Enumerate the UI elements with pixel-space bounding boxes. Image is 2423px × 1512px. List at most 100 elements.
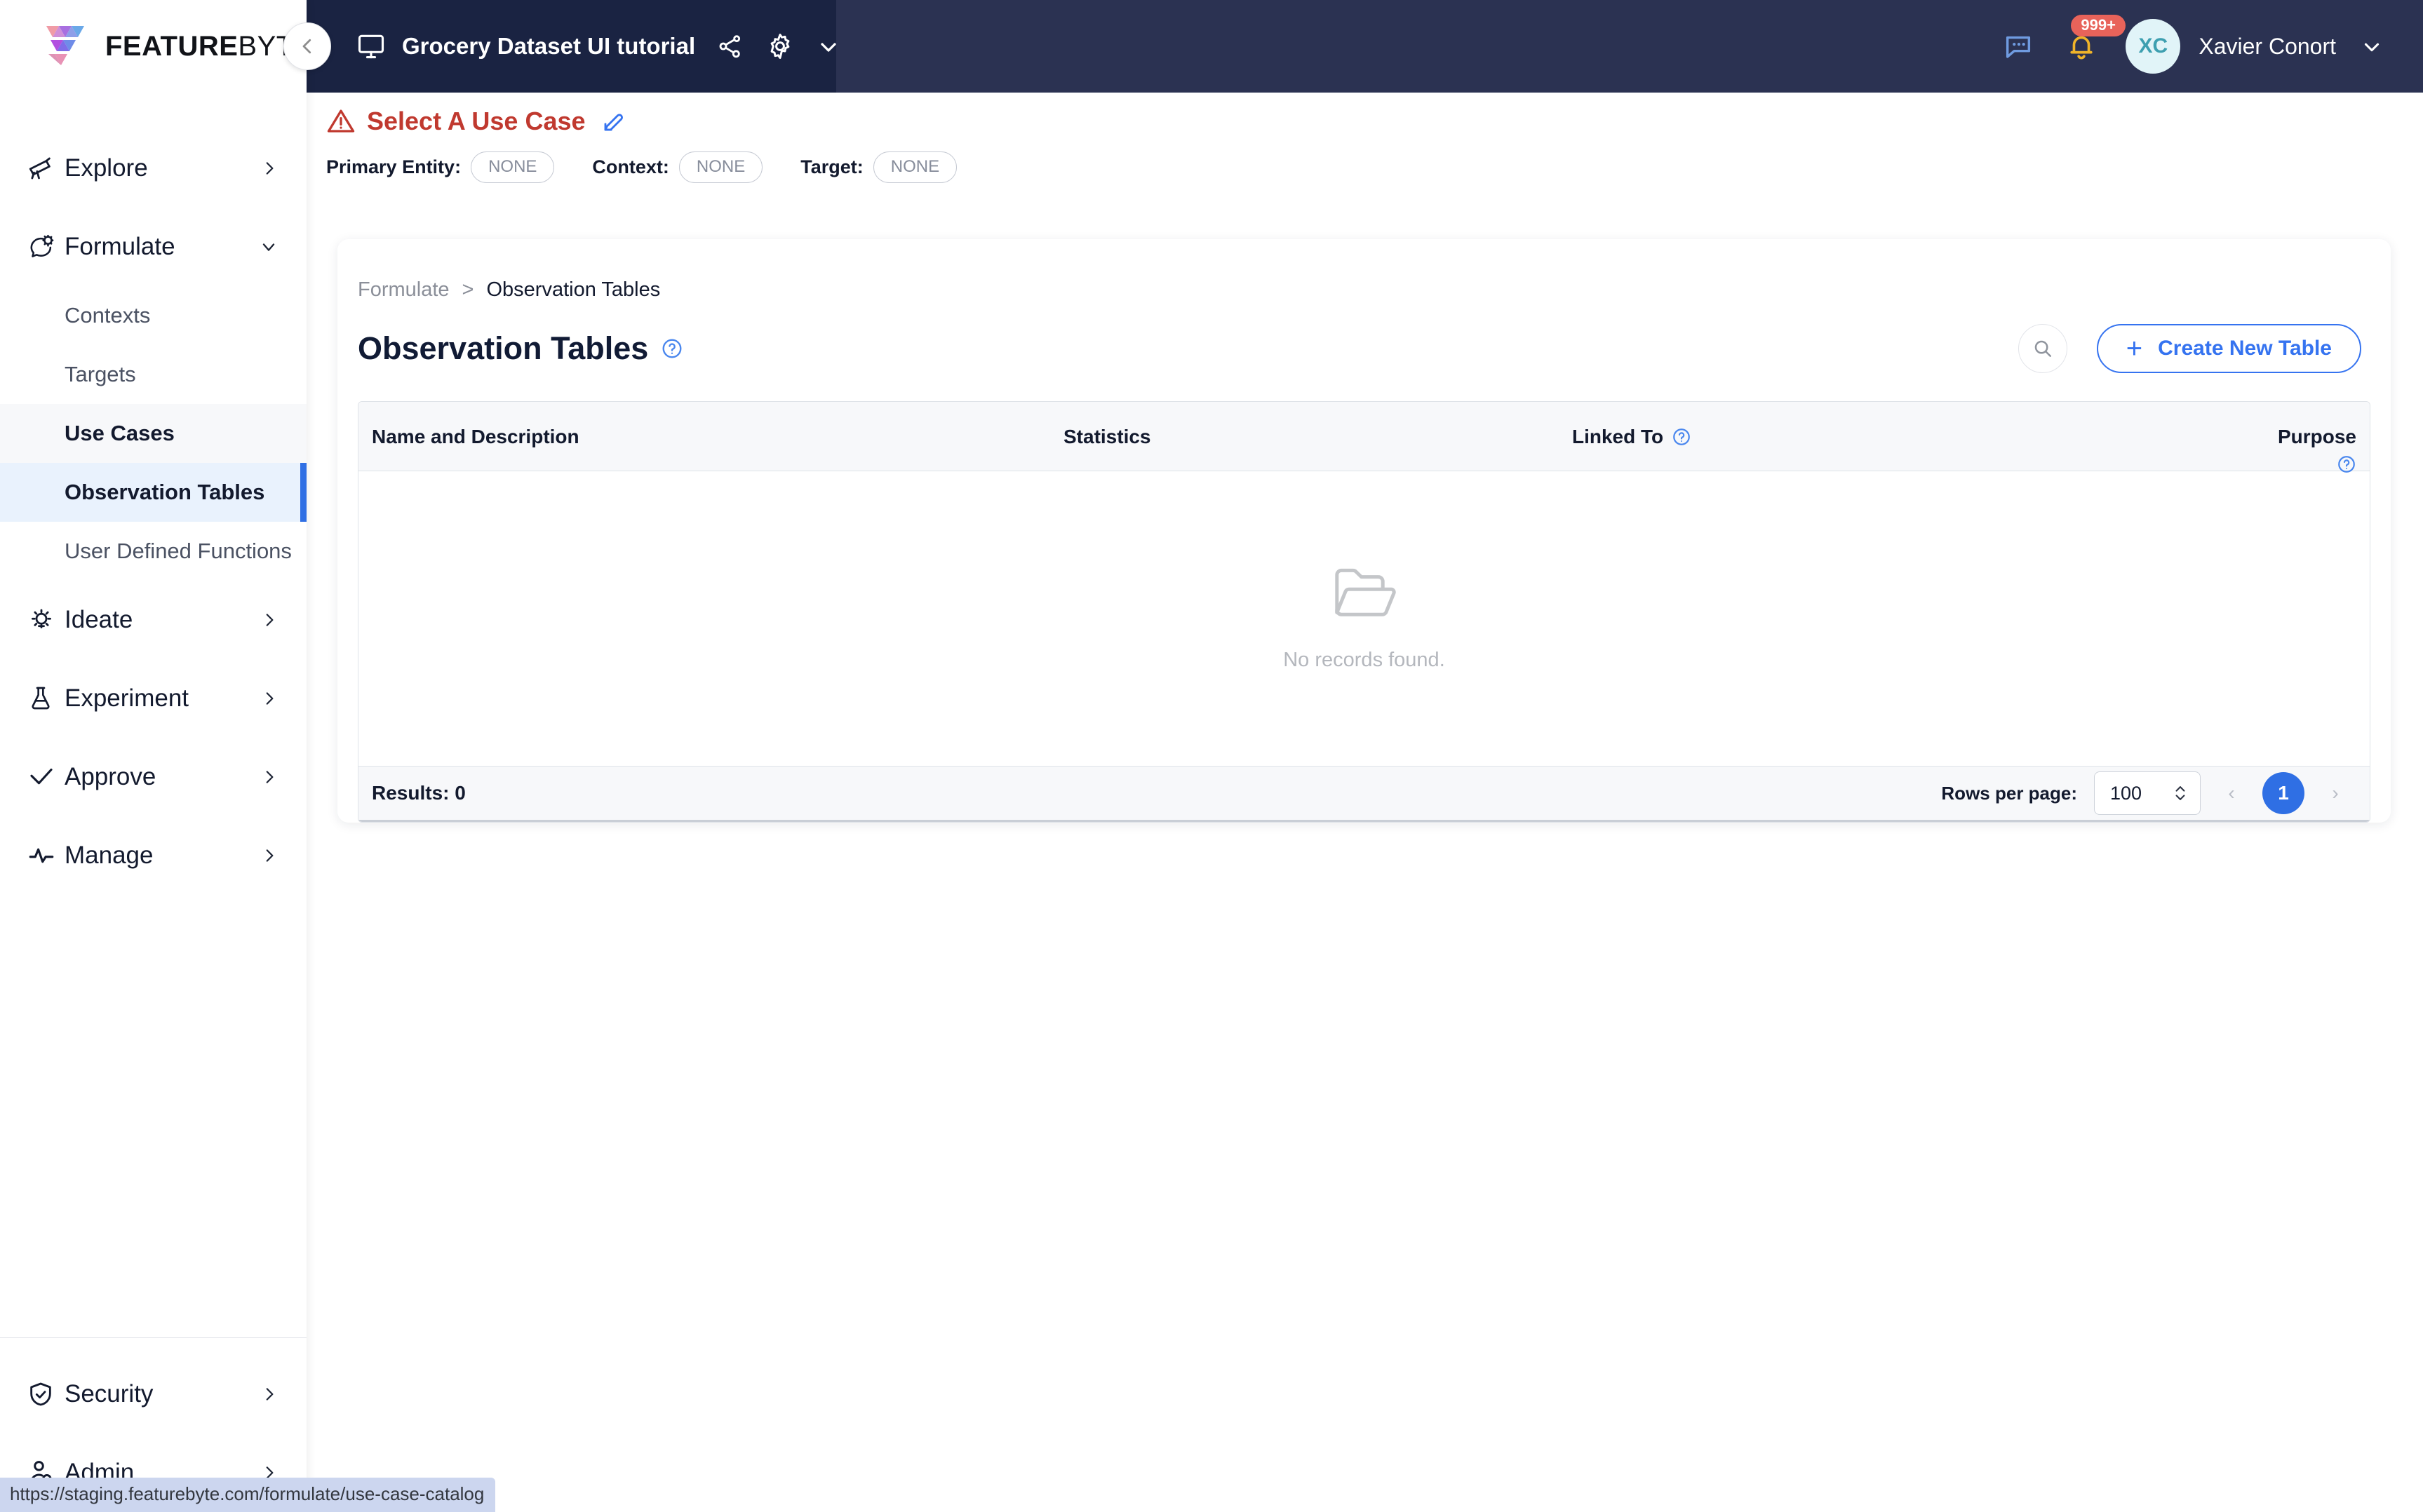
status-bar-url: https://staging.featurebyte.com/formulat… [0, 1478, 496, 1512]
sidebar-item-use-cases[interactable]: Use Cases [0, 404, 307, 463]
user-header-section: 999+ XC Xavier Conort [836, 0, 2423, 93]
column-header-linked-to[interactable]: Linked To [1572, 426, 2208, 448]
chat-bubble-icon[interactable] [2002, 30, 2034, 62]
column-header-label: Linked To [1572, 426, 1664, 447]
help-circle-icon[interactable] [2337, 454, 2356, 474]
observation-tables-card: Formulate > Observation Tables Observati… [337, 239, 2391, 823]
context-label: Context: [592, 156, 669, 177]
catalog-name: Grocery Dataset UI tutorial [402, 33, 696, 59]
use-case-banner: Select A Use Case Primary Entity: NONE C… [307, 93, 2423, 219]
sidebar-subitem-label: Targets [65, 362, 136, 386]
sidebar-subitem-label: User Defined Functions [65, 539, 292, 563]
sidebar-nav: Explore Formulate Contexts Targets Use C… [0, 93, 307, 1337]
sidebar-item-label: Formulate [65, 233, 175, 260]
breadcrumb-parent[interactable]: Formulate [358, 278, 450, 302]
chevron-right-icon [260, 768, 278, 786]
sidebar-collapse-button[interactable] [283, 22, 331, 70]
sidebar-item-manage[interactable]: Manage [0, 816, 307, 895]
help-circle-icon[interactable] [1672, 427, 1691, 447]
sidebar-item-label: Experiment [65, 684, 189, 712]
lightbulb-icon [27, 605, 65, 635]
breadcrumb-current: Observation Tables [486, 278, 661, 301]
sidebar: FEATUREBYTE Explore Formulate Contexts T… [0, 0, 312, 1512]
sidebar-item-approve[interactable]: Approve [0, 738, 307, 816]
primary-entity-value: NONE [471, 151, 555, 183]
sidebar-subitem-label: Use Cases [65, 421, 175, 445]
avatar[interactable]: XC [2126, 19, 2181, 74]
primary-entity-label: Primary Entity: [326, 156, 462, 177]
catalog-header-section: Grocery Dataset UI tutorial [307, 0, 836, 93]
pagination-prev-button[interactable]: ‹ [2210, 772, 2253, 814]
sidebar-item-label: Ideate [65, 606, 133, 633]
help-circle-icon[interactable] [661, 337, 683, 360]
brand-wordmark: FEATUREBYTE [105, 31, 313, 62]
breadcrumb-separator: > [462, 278, 474, 301]
brain-gear-icon [27, 232, 65, 262]
table-empty-state: No records found. [358, 471, 2370, 766]
rows-per-page-label: Rows per page: [1941, 782, 2077, 804]
brand-logo[interactable]: FEATUREBYTE [0, 0, 312, 93]
column-header-statistics[interactable]: Statistics [1063, 426, 1572, 448]
empty-state-message: No records found. [1283, 648, 1445, 671]
chevron-updown-icon [2172, 783, 2189, 804]
sidebar-item-label: Approve [65, 763, 156, 790]
create-new-table-button[interactable]: + Create New Table [2096, 324, 2361, 373]
share-icon[interactable] [716, 32, 744, 60]
sidebar-item-label: Security [65, 1380, 154, 1408]
pencil-edit-icon[interactable] [601, 109, 626, 134]
chevron-right-icon [260, 1385, 278, 1403]
flask-icon [27, 684, 65, 713]
warning-triangle-icon [326, 107, 356, 136]
use-case-title[interactable]: Select A Use Case [367, 107, 586, 136]
logo-text-bold: FEATURE [105, 30, 239, 62]
column-header-label: Purpose [2277, 426, 2356, 447]
sidebar-item-contexts[interactable]: Contexts [0, 286, 307, 345]
create-new-table-label: Create New Table [2158, 337, 2332, 360]
sidebar-item-label: Explore [65, 154, 148, 182]
sidebar-subitem-label: Observation Tables [65, 480, 265, 504]
card-title-row: Observation Tables + Create New Table [337, 302, 2391, 373]
chevron-right-icon [260, 611, 278, 629]
notifications-bell[interactable]: 999+ [2065, 15, 2126, 62]
sidebar-item-ideate[interactable]: Ideate [0, 581, 307, 659]
telescope-icon [27, 154, 65, 183]
sidebar-item-experiment[interactable]: Experiment [0, 659, 307, 738]
top-header: Grocery Dataset UI tutorial 999+ XC Xavi… [307, 0, 2423, 93]
rows-per-page-value: 100 [2110, 782, 2142, 804]
sidebar-subitem-label: Contexts [65, 303, 151, 328]
sidebar-item-explore[interactable]: Explore [0, 129, 307, 208]
sidebar-item-user-defined-functions[interactable]: User Defined Functions [0, 522, 307, 581]
context-value: NONE [678, 151, 763, 183]
chevron-down-icon [259, 237, 278, 257]
monitor-icon [356, 31, 387, 62]
shield-check-icon [27, 1379, 65, 1409]
chevron-right-icon [260, 846, 278, 865]
column-header-name[interactable]: Name and Description [358, 426, 1063, 448]
featurebyte-logo-icon [46, 26, 84, 65]
search-icon[interactable] [2018, 324, 2067, 373]
chevron-down-icon[interactable] [2360, 34, 2384, 58]
sidebar-item-observation-tables[interactable]: Observation Tables [0, 463, 307, 522]
avatar-initials: XC [2138, 34, 2168, 58]
column-header-purpose[interactable]: Purpose [2208, 426, 2370, 474]
chevron-right-icon [260, 689, 278, 708]
sidebar-item-targets[interactable]: Targets [0, 345, 307, 404]
table-header-row: Name and Description Statistics Linked T… [358, 402, 2370, 474]
gear-icon[interactable] [765, 32, 795, 61]
sidebar-item-formulate[interactable]: Formulate [0, 208, 307, 286]
table-footer: Results: 0 Rows per page: 100 ‹ 1 › [358, 766, 2370, 822]
target-value: NONE [873, 151, 958, 183]
results-count: Results: 0 [372, 782, 466, 804]
rows-per-page-select[interactable]: 100 [2094, 771, 2201, 815]
pagination-page-1[interactable]: 1 [2262, 772, 2304, 814]
chevron-right-icon [260, 159, 278, 177]
plus-icon: + [2126, 333, 2143, 364]
sidebar-item-security[interactable]: Security [0, 1355, 307, 1433]
notification-badge: 999+ [2071, 15, 2126, 36]
column-header-label: Name and Description [372, 426, 579, 447]
column-header-label: Statistics [1063, 426, 1151, 447]
observation-tables-table: Name and Description Statistics Linked T… [358, 401, 2370, 823]
pagination-next-button[interactable]: › [2314, 772, 2356, 814]
check-icon [27, 762, 65, 792]
sidebar-item-label: Manage [65, 842, 154, 869]
